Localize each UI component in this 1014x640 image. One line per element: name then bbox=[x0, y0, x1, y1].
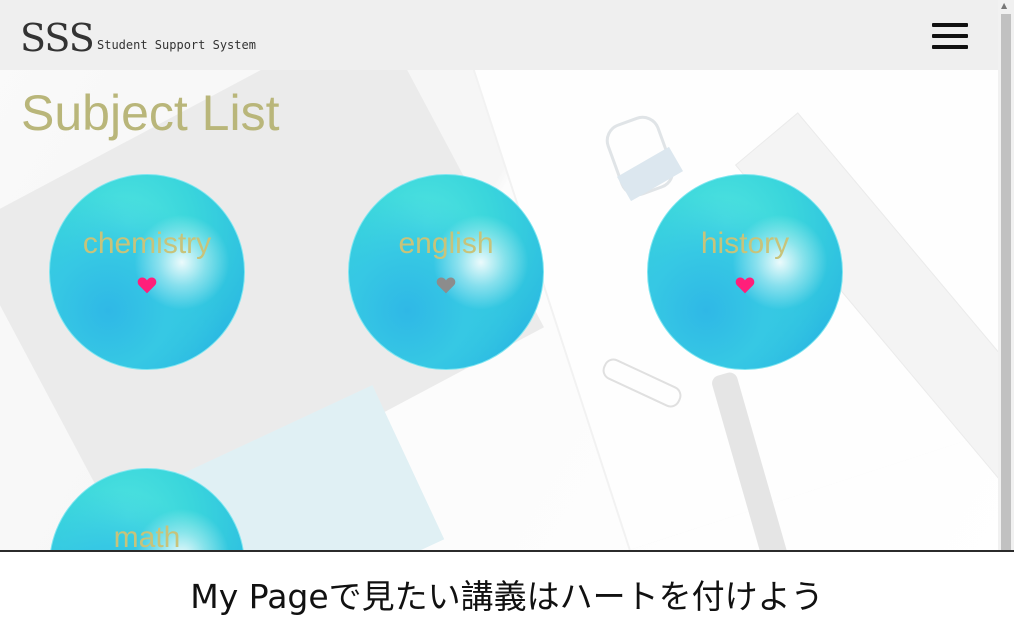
vertical-scrollbar[interactable]: ▲ bbox=[998, 0, 1014, 550]
subject-card-history[interactable]: history bbox=[647, 174, 843, 370]
browser-viewport: SSS Student Support System Subject List … bbox=[0, 0, 1014, 552]
caption-text: My Pageで見たい講義はハートを付けよう bbox=[190, 577, 824, 616]
subject-label: english bbox=[398, 227, 494, 260]
subject-label: chemistry bbox=[82, 227, 212, 260]
hamburger-line bbox=[932, 45, 968, 49]
subject-card-english[interactable]: english bbox=[348, 174, 544, 370]
scrollbar-thumb[interactable] bbox=[1001, 14, 1011, 550]
heart-icon[interactable] bbox=[436, 275, 456, 295]
page-title: Subject List bbox=[21, 85, 280, 141]
subject-label: history bbox=[700, 227, 790, 260]
heart-icon[interactable] bbox=[137, 275, 157, 295]
hamburger-menu-icon[interactable] bbox=[932, 21, 968, 51]
hamburger-line bbox=[932, 23, 968, 27]
logo-subtitle: Student Support System bbox=[97, 38, 256, 52]
subject-card-chemistry[interactable]: chemistry bbox=[49, 174, 245, 370]
hamburger-line bbox=[932, 34, 968, 38]
logo[interactable]: SSS bbox=[20, 16, 95, 60]
site-header: SSS Student Support System bbox=[0, 0, 998, 70]
subject-label: math bbox=[113, 521, 181, 552]
scroll-up-icon[interactable]: ▲ bbox=[1001, 2, 1007, 10]
heart-icon[interactable] bbox=[735, 275, 755, 295]
